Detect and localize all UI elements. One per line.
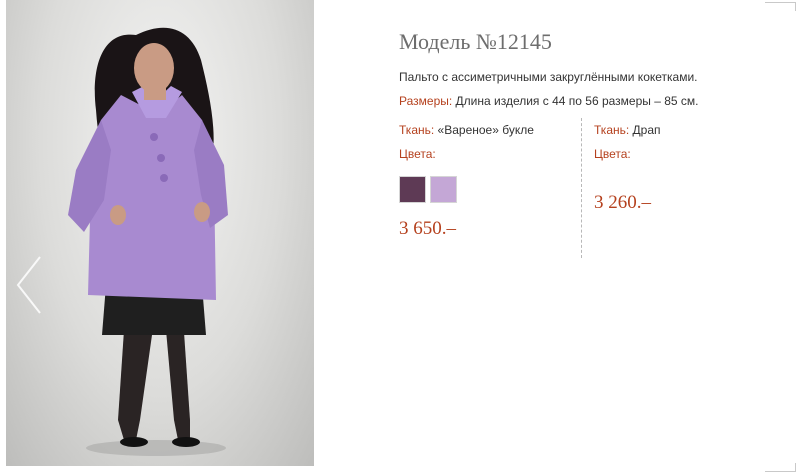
chevron-left-icon xyxy=(16,256,41,314)
fabric-value: Драп xyxy=(629,123,661,137)
product-info: Модель №12145 Пальто с ассиметричными за… xyxy=(399,0,798,474)
product-description: Пальто с ассиметричными закруглёнными ко… xyxy=(399,70,698,84)
model-photo-illustration xyxy=(68,27,228,456)
sizes-value: Длина изделия с 44 по 56 размеры – 85 см… xyxy=(452,94,699,108)
fabric-value: «Вареное» букле xyxy=(434,123,534,137)
fabric-label: Ткань: xyxy=(399,123,435,137)
variant-column-2: Ткань: Драп Цвета: 3 260.– xyxy=(594,122,774,214)
prev-photo-button[interactable] xyxy=(14,255,44,315)
price: 3 650.– xyxy=(399,218,456,239)
color-swatches xyxy=(399,176,579,203)
color-swatch-plum[interactable] xyxy=(399,176,426,203)
product-sizes: Размеры: Длина изделия с 44 по 56 размер… xyxy=(399,94,699,108)
colors-label: Цвета: xyxy=(399,147,436,161)
sizes-label: Размеры: xyxy=(399,94,453,108)
product-photo xyxy=(6,0,314,466)
color-swatch-lilac[interactable] xyxy=(430,176,457,203)
fabric-row: Ткань: «Вареное» букле xyxy=(399,122,579,146)
variant-column-1: Ткань: «Вареное» букле Цвета: 3 650.– xyxy=(399,122,579,240)
product-title: Модель №12145 xyxy=(399,29,552,54)
colors-label: Цвета: xyxy=(594,147,631,161)
price: 3 260.– xyxy=(594,192,651,213)
fabric-label: Ткань: xyxy=(594,123,630,137)
column-divider xyxy=(581,118,582,258)
fabric-row: Ткань: Драп xyxy=(594,122,774,146)
